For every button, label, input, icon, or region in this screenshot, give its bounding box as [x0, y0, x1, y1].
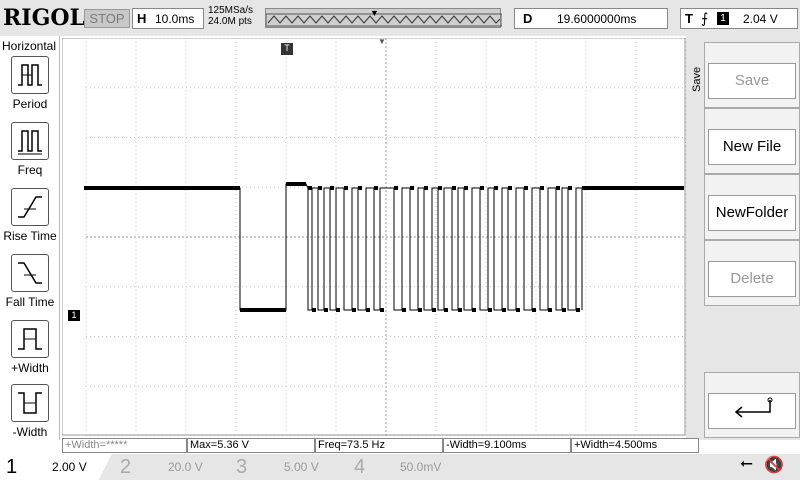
measurement-value: Freq=73.5 Hz [315, 438, 443, 453]
sample-rate: 125MSa/s [208, 5, 254, 16]
delete-button[interactable]: Delete [708, 261, 796, 297]
measure-rise-time[interactable]: Rise Time [0, 188, 60, 243]
measure-label: Rise Time [3, 229, 57, 243]
measure-label: Period [12, 97, 48, 111]
memory-overview-waveform: ▼ [265, 8, 503, 27]
rise-time-icon [11, 188, 49, 226]
measurement-value: +Width=***** [62, 438, 187, 453]
fall-time-icon [11, 254, 49, 292]
trigger-box[interactable]: T ⨍ 1 2.04 V [680, 8, 798, 29]
measure-menu-title: Horizontal [2, 39, 57, 53]
acquisition-info: 125MSa/s 24.0M pts [208, 5, 253, 27]
trigger-level: 2.04 V [743, 12, 778, 26]
speaker-muted-icon[interactable]: 🔇 [764, 455, 784, 475]
delay-value: 19.6000000ms [557, 12, 637, 26]
channel-3-number[interactable]: 3 [236, 454, 247, 480]
trigger-position-marker[interactable]: T [281, 43, 293, 55]
channel-3-scale: 5.00 V [284, 460, 319, 474]
period-icon [11, 56, 49, 94]
run-state-badge[interactable]: STOP [84, 9, 130, 28]
timebase-box[interactable]: H 10.0ms [132, 8, 204, 29]
channel-4-scale: 50.0mV [400, 460, 442, 474]
channel-1-number: 1 [6, 456, 18, 478]
negative-width-icon [11, 384, 49, 422]
measure-negative-width[interactable]: -Width [0, 384, 60, 439]
save-menu: Save Save New File NewFolder Delete [686, 36, 800, 440]
channel-1-scale: 2.00 V [52, 460, 87, 474]
measure-freq[interactable]: Freq [0, 122, 60, 177]
measure-label: -Width [12, 425, 48, 439]
measure-positive-width[interactable]: +Width [0, 320, 60, 375]
new-file-button[interactable]: New File [708, 129, 796, 165]
frequency-icon [11, 122, 49, 160]
return-button[interactable] [708, 393, 796, 429]
usb-icon: ⭠ [740, 455, 753, 472]
save-button-item[interactable]: Save [704, 42, 800, 108]
trigger-edge-icon: ⨍ [701, 10, 709, 26]
measurement-bar: +Width=***** Max=5.36 V Freq=73.5 Hz -Wi… [62, 438, 699, 453]
save-menu-title: Save [691, 66, 703, 92]
new-folder-button[interactable]: NewFolder [708, 195, 796, 231]
delay-box[interactable]: D 19.6000000ms [514, 8, 668, 29]
measurement-value: Max=5.36 V [187, 438, 315, 453]
channel-1-offset-marker[interactable]: 1 [68, 310, 80, 321]
save-button[interactable]: Save [708, 63, 796, 99]
center-marker-icon: ▼ [378, 37, 386, 46]
delete-item[interactable]: Delete [704, 240, 800, 306]
measure-menu: Horizontal Period Freq Rise Time Fall Ti… [0, 36, 60, 440]
channel-4-number[interactable]: 4 [354, 454, 365, 480]
trigger-key: T [685, 11, 693, 26]
return-arrow-icon [734, 397, 773, 418]
measure-label: Freq [17, 163, 43, 177]
return-item[interactable] [704, 372, 800, 438]
new-folder-item[interactable]: NewFolder [704, 174, 800, 240]
memory-trigger-marker: ▼ [370, 9, 379, 18]
horizontal-key: H [137, 11, 147, 26]
measure-label: Fall Time [5, 295, 55, 309]
waveform-display[interactable] [61, 37, 687, 437]
measure-fall-time[interactable]: Fall Time [0, 254, 60, 309]
measure-label: +Width [11, 361, 49, 375]
measurement-value: -Width=9.100ms [443, 438, 571, 453]
delay-key: D [523, 11, 533, 26]
positive-width-icon [11, 320, 49, 358]
brand-logo: RIGOL [3, 5, 85, 31]
measure-period[interactable]: Period [0, 56, 60, 111]
timebase-value: 10.0ms [155, 12, 195, 26]
trigger-source: 1 [717, 12, 729, 25]
channel-2-scale: 20.0 V [168, 460, 203, 474]
new-file-item[interactable]: New File [704, 108, 800, 174]
measurement-value: +Width=4.500ms [571, 438, 699, 453]
memory-depth: 24.0M pts [208, 16, 252, 27]
memory-overview[interactable]: ▼ [265, 8, 503, 28]
waveform-canvas [61, 37, 687, 437]
channel-2-number[interactable]: 2 [120, 454, 131, 480]
channel-bar: 1 2.00 V 2 20.0 V 3 5.00 V 4 50.0mV ⭠ 🔇 [0, 454, 800, 480]
